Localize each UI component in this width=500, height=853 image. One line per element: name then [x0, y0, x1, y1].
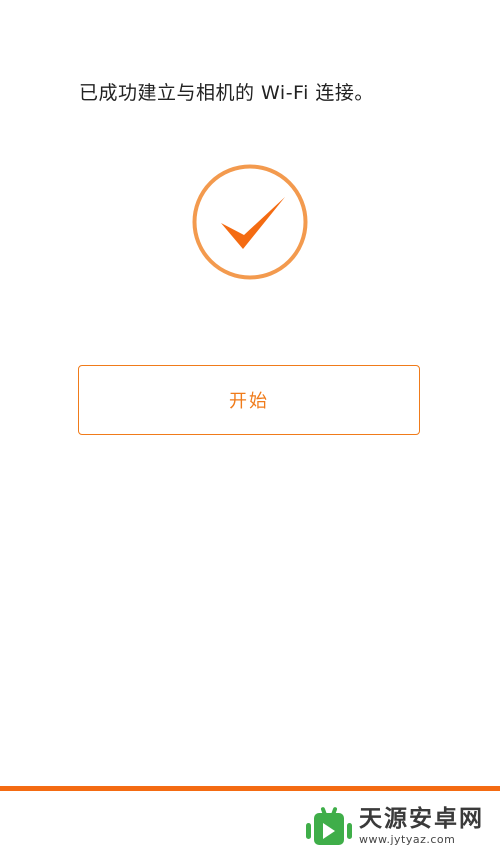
bottom-accent-bar — [0, 786, 500, 791]
android-robot-icon — [306, 807, 352, 845]
success-checkmark-icon — [191, 163, 309, 281]
watermark: 天源安卓网 www.jytyaz.com — [303, 800, 484, 852]
watermark-url: www.jytyaz.com — [359, 832, 456, 846]
watermark-title: 天源安卓网 — [359, 805, 484, 832]
connection-status-message: 已成功建立与相机的 Wi-Fi 连接。 — [79, 82, 374, 104]
start-button[interactable]: 开始 — [78, 365, 420, 435]
